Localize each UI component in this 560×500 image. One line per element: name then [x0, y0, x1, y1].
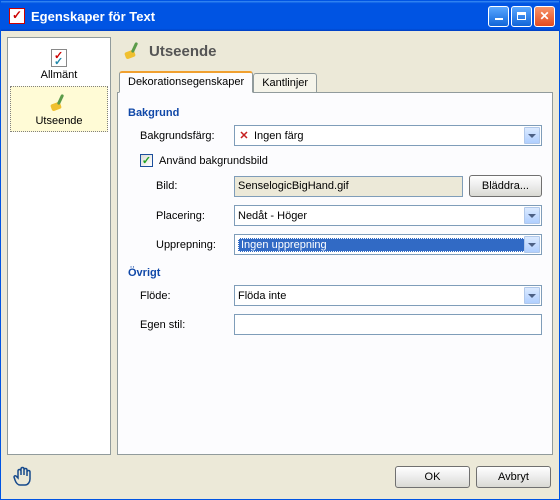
ownstyle-field[interactable] [234, 314, 542, 335]
repeat-value: Ingen upprepning [238, 238, 538, 252]
minimize-button[interactable] [488, 6, 509, 27]
ownstyle-label: Egen stil: [140, 319, 228, 331]
tab-label: Kantlinjer [262, 77, 308, 89]
tab-label: Dekorationsegenskaper [128, 76, 244, 88]
content-header: Utseende [117, 37, 553, 71]
bgcolor-label: Bakgrundsfärg: [140, 130, 228, 142]
browse-button[interactable]: Bläddra... [469, 175, 542, 197]
row-position: Placering: Nedåt - Höger [156, 205, 542, 226]
bgcolor-value: Ingen färg [238, 130, 538, 142]
close-button[interactable]: ✕ [534, 6, 555, 27]
repeat-label: Upprepning: [156, 239, 228, 251]
chevron-down-icon[interactable] [524, 127, 540, 144]
cancel-button[interactable]: Avbryt [476, 466, 551, 488]
brush-icon [123, 41, 143, 61]
row-flow: Flöde: Flöda inte [140, 285, 542, 306]
main-area: Allmänt Utseende Utseende Dekorationsege… [7, 37, 553, 455]
chevron-down-icon[interactable] [524, 287, 540, 304]
use-bgimage-label: Använd bakgrundsbild [159, 155, 268, 167]
document-icon [51, 49, 67, 67]
footer: OK Avbryt [7, 461, 553, 493]
row-repeat: Upprepning: Ingen upprepning [156, 234, 542, 255]
no-color-icon [238, 130, 250, 142]
window-title: Egenskaper för Text [29, 9, 488, 24]
tab-borders[interactable]: Kantlinjer [253, 73, 317, 92]
tabstrip: Dekorationsegenskaper Kantlinjer [117, 71, 553, 92]
sidebar-item-label: Utseende [35, 115, 82, 127]
use-bgimage-checkbox[interactable] [140, 154, 153, 167]
image-field: SenselogicBigHand.gif [234, 176, 463, 197]
flow-combo[interactable]: Flöda inte [234, 285, 542, 306]
sidebar: Allmänt Utseende [7, 37, 111, 455]
sidebar-item-label: Allmänt [41, 69, 78, 81]
page-title: Utseende [149, 43, 217, 60]
row-use-bgimage: Använd bakgrundsbild [140, 154, 542, 167]
row-ownstyle: Egen stil: [140, 314, 542, 335]
titlebar: Egenskaper för Text ✕ [1, 1, 559, 31]
app-icon [9, 8, 25, 24]
tabpage-decoration: Bakgrund Bakgrundsfärg: Ingen färg [117, 92, 553, 455]
bgcolor-combo[interactable]: Ingen färg [234, 125, 542, 146]
dialog-body: Allmänt Utseende Utseende Dekorationsege… [1, 31, 559, 499]
row-bgcolor: Bakgrundsfärg: Ingen färg [140, 125, 542, 146]
row-image: Bild: SenselogicBigHand.gif Bläddra... [156, 175, 542, 197]
group-title-other: Övrigt [128, 267, 542, 279]
position-label: Placering: [156, 210, 228, 222]
tab-decoration[interactable]: Dekorationsegenskaper [119, 71, 253, 93]
position-value: Nedåt - Höger [238, 210, 538, 222]
image-value: SenselogicBigHand.gif [238, 180, 349, 192]
flow-value: Flöda inte [238, 290, 538, 302]
chevron-down-icon[interactable] [524, 207, 540, 224]
image-label: Bild: [156, 180, 228, 192]
flow-label: Flöde: [140, 290, 228, 302]
position-combo[interactable]: Nedåt - Höger [234, 205, 542, 226]
ok-button[interactable]: OK [395, 466, 470, 488]
window-controls: ✕ [488, 6, 555, 27]
brush-icon [49, 93, 69, 113]
dialog-window: Egenskaper för Text ✕ Allmänt Utseende [0, 0, 560, 500]
content-panel: Utseende Dekorationsegenskaper Kantlinje… [117, 37, 553, 455]
chevron-down-icon[interactable] [524, 236, 540, 253]
sidebar-item-general[interactable]: Allmänt [10, 42, 108, 86]
maximize-button[interactable] [511, 6, 532, 27]
hand-icon [11, 465, 35, 489]
group-title-background: Bakgrund [128, 107, 542, 119]
repeat-combo[interactable]: Ingen upprepning [234, 234, 542, 255]
sidebar-item-appearance[interactable]: Utseende [10, 86, 108, 132]
